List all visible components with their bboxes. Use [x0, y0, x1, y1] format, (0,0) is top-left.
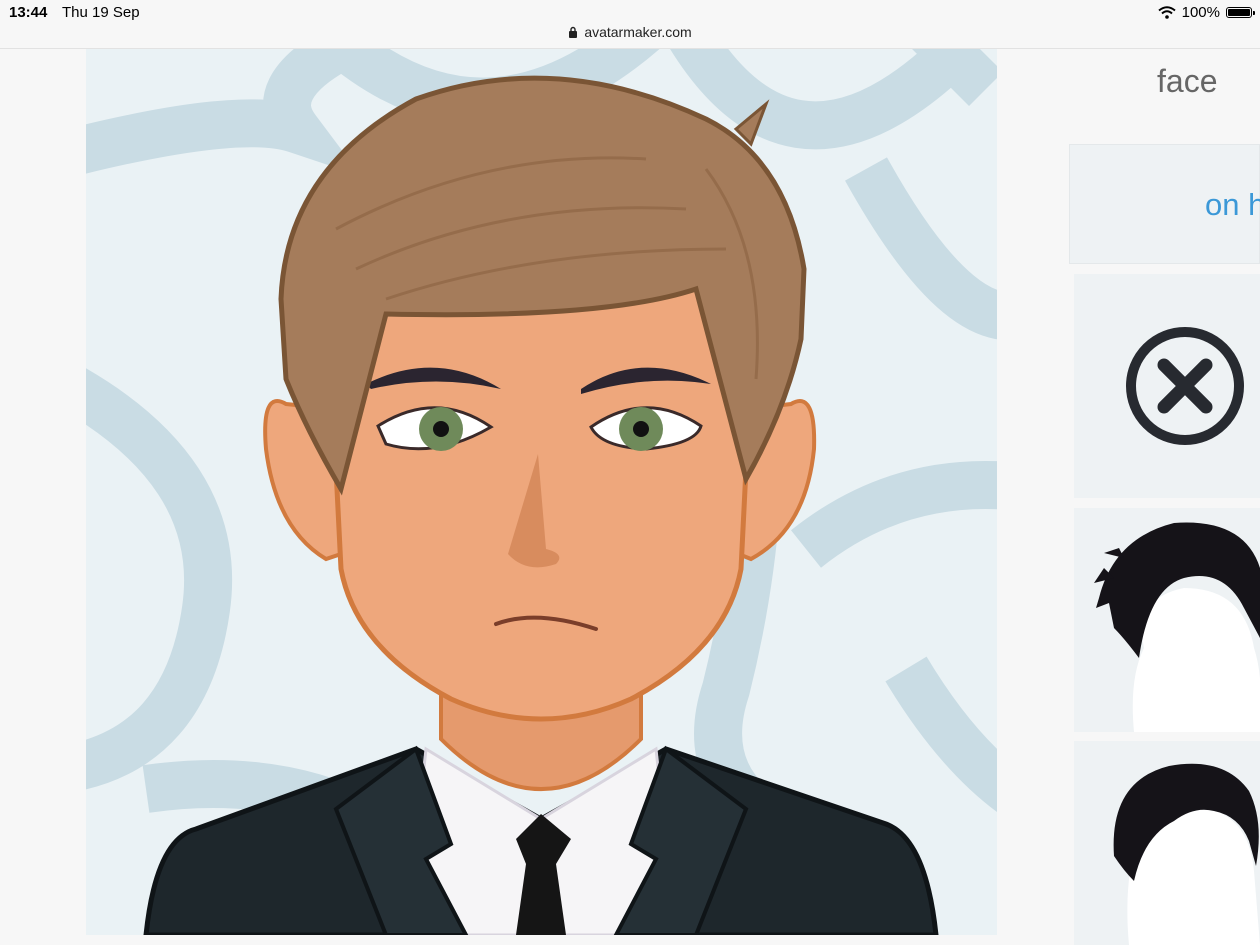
battery-icon: [1226, 7, 1255, 18]
option-hair-style-1[interactable]: [1074, 508, 1260, 732]
close-circle-icon: [1126, 327, 1244, 445]
tab-strip[interactable]: on h: [1069, 144, 1260, 264]
status-indicators: 100%: [1157, 4, 1255, 21]
tab-label[interactable]: on h: [1205, 187, 1260, 223]
spiky-hair-icon: [1094, 522, 1260, 732]
wifi-icon: [1157, 6, 1176, 19]
url-text: avatarmaker.com: [584, 24, 692, 40]
address-bar[interactable]: avatarmaker.com: [0, 24, 1260, 40]
battery-percent: 100%: [1181, 4, 1220, 21]
avatar-canvas: [86, 49, 997, 935]
lock-icon: [569, 26, 578, 38]
option-hair-style-2[interactable]: [1074, 741, 1260, 945]
status-time: 13:44: [9, 4, 48, 21]
option-none[interactable]: [1074, 274, 1260, 498]
short-hair-icon: [1113, 763, 1260, 945]
avatar-illustration: [86, 49, 997, 935]
status-date: Thu 19 Sep: [62, 4, 140, 21]
status-bar: 13:44 Thu 19 Sep avatarmaker.com 100%: [0, 0, 1260, 49]
category-title: face: [1157, 63, 1218, 99]
